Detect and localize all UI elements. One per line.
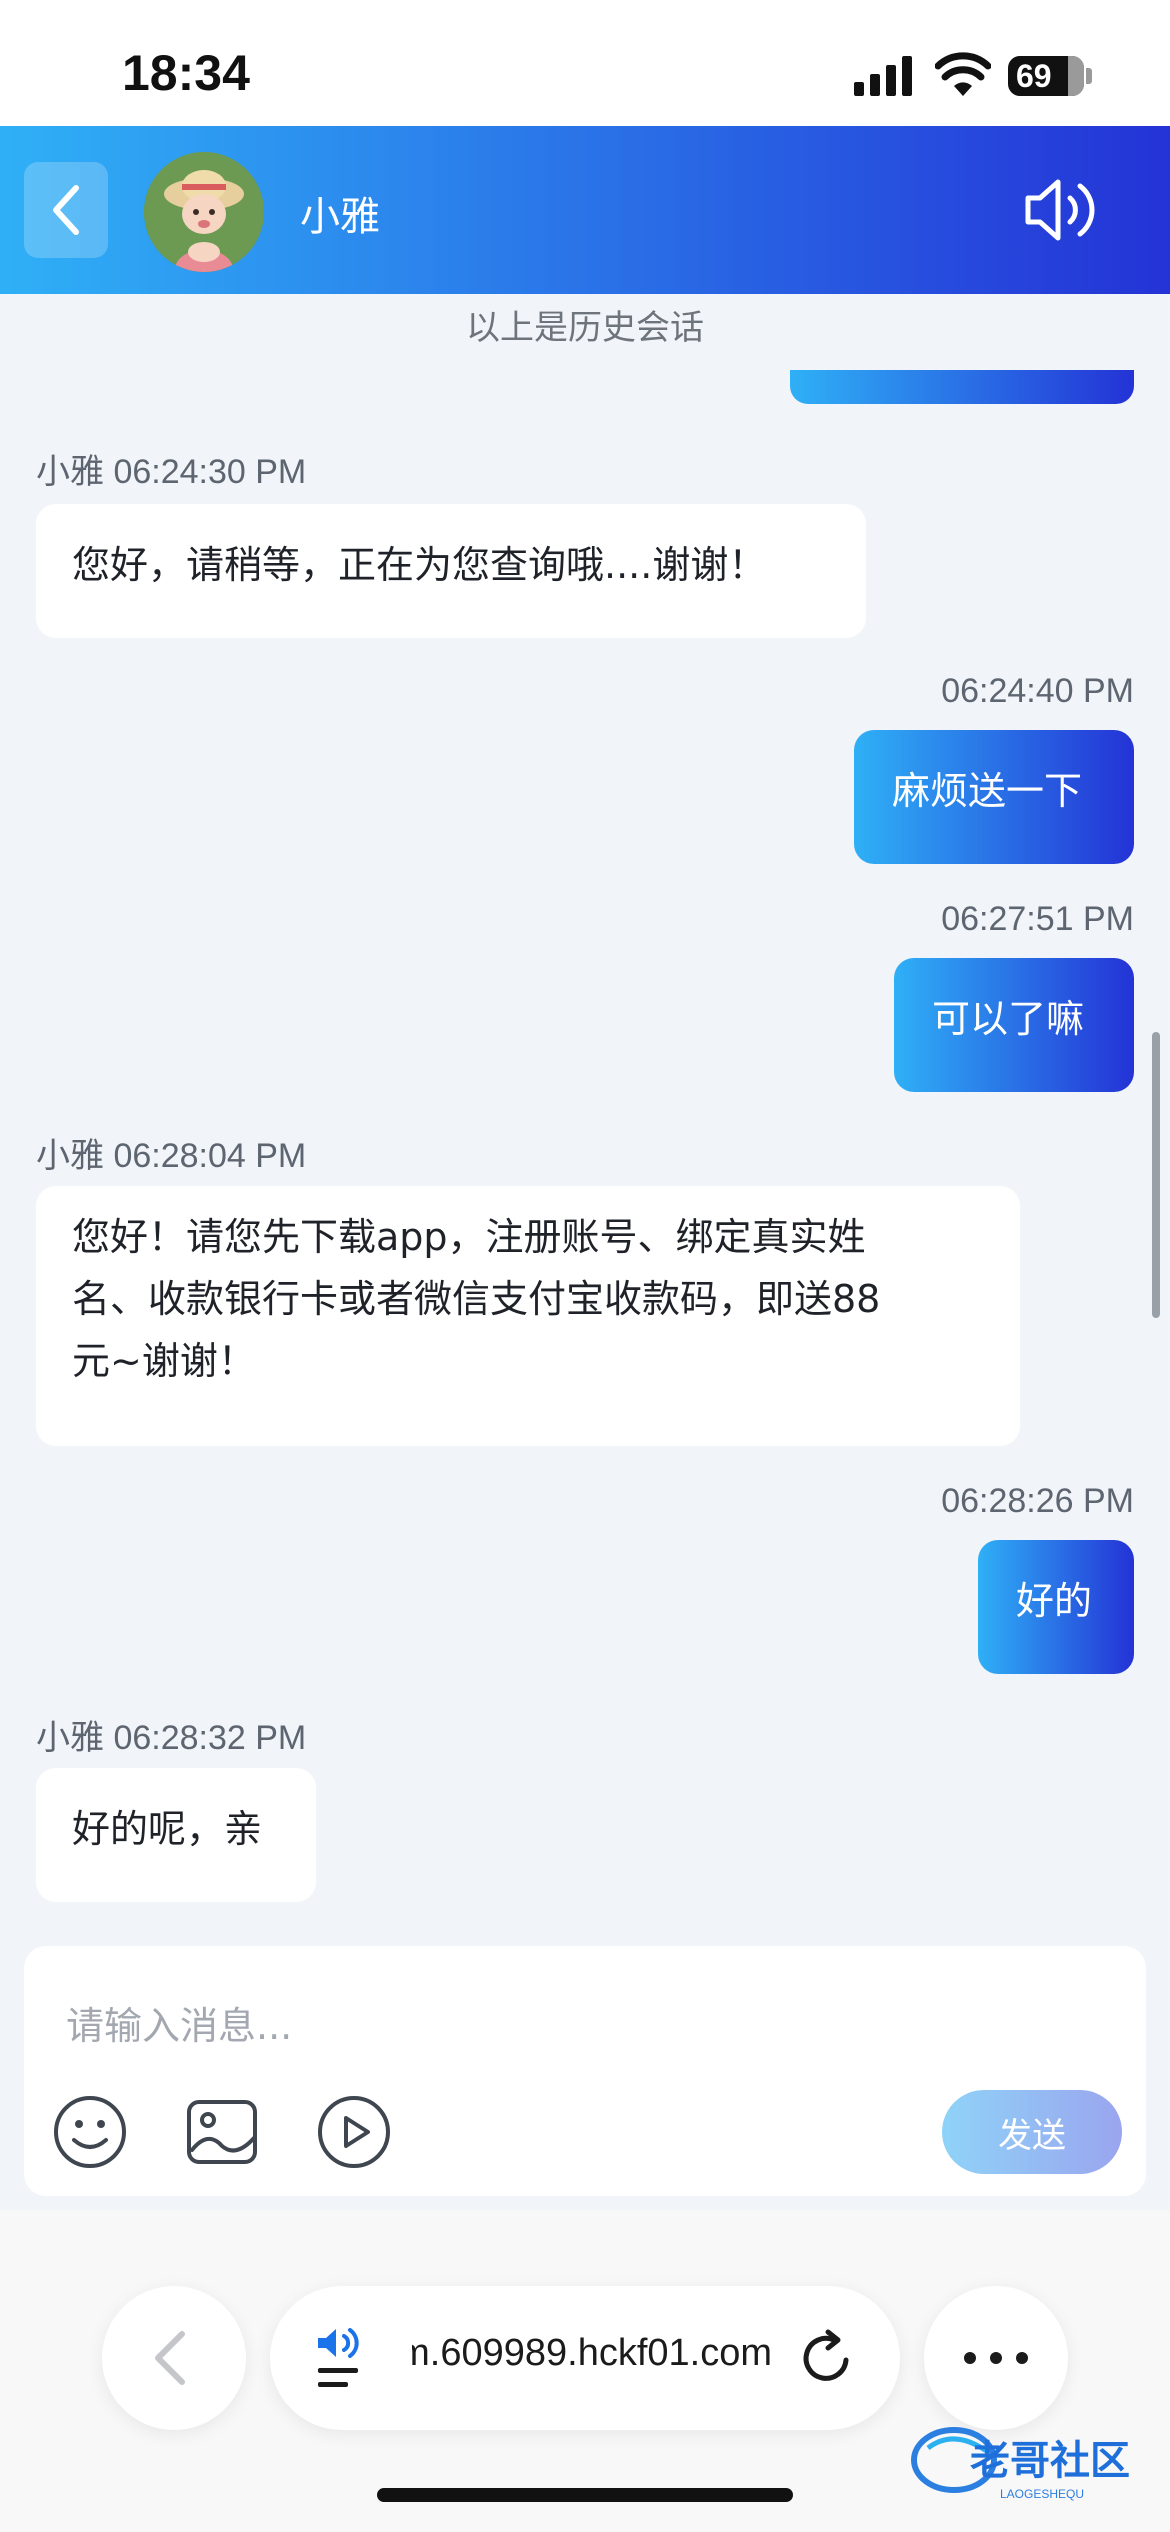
message-text: 您好，请稍等，正在为您查询哦....谢谢！ [72, 543, 767, 587]
url-text: https://m.609989.hckf01.com [412, 2332, 772, 2374]
scrollbar[interactable] [1152, 1032, 1160, 1318]
message-time: 06:24:30 PM [113, 453, 307, 491]
back-button[interactable] [24, 162, 108, 258]
message-bubble-outgoing[interactable]: 麻烦送一下 [854, 730, 1134, 864]
contact-name: 小雅 [300, 194, 380, 240]
battery-empty-portion [1068, 56, 1084, 96]
video-icon[interactable] [316, 2094, 392, 2170]
message-time: 06:27:51 PM [941, 900, 1134, 938]
message-meta: 小雅 06:24:30 PM [36, 444, 306, 493]
message-bubble-incoming[interactable]: 您好，请稍等，正在为您查询哦....谢谢！ [36, 504, 866, 638]
message-list[interactable]: 以上是历史会话 小雅 06:24:30 PM 您好，请稍等，正在为您查询哦...… [0, 294, 1170, 1922]
speaker-icon[interactable] [1022, 174, 1098, 246]
chat-header: 小雅 [0, 126, 1170, 294]
wifi-icon [935, 52, 991, 96]
message-text: 可以了嘛 [932, 997, 1085, 1041]
message-text: 好的呢，亲 [72, 1807, 263, 1851]
watermark-logo: 老哥社区 LAOGESHEQU [911, 2427, 1130, 2501]
message-meta: 小雅 06:28:32 PM [36, 1710, 306, 1759]
message-time: 06:28:04 PM [113, 1137, 307, 1175]
message-bubble-outgoing[interactable]: 可以了嘛 [894, 958, 1134, 1092]
more-options-button[interactable] [924, 2286, 1068, 2430]
message-bubble-incoming[interactable]: 您好！请您先下载app，注册账号、绑定真实姓 名、收款银行卡或者微信支付宝收款码… [36, 1186, 1020, 1446]
watermark-text: 老哥社区 [970, 2438, 1130, 2484]
watermark-subtext: LAOGESHEQU [1000, 2487, 1084, 2501]
page-audio-menu-icon[interactable] [314, 2324, 370, 2394]
message-text-line: 名、收款银行卡或者微信支付宝收款码，即送88 [72, 1277, 881, 1321]
image-icon[interactable] [184, 2094, 260, 2170]
battery-icon: 69 [1008, 56, 1084, 96]
message-text: 好的 [1016, 1579, 1093, 1623]
avatar[interactable] [144, 152, 264, 272]
emoji-icon[interactable] [52, 2094, 128, 2170]
message-time: 06:24:40 PM [941, 672, 1134, 710]
avatar-illustration [144, 152, 264, 272]
message-time: 06:28:26 PM [941, 1482, 1134, 1520]
message-time: 06:28:32 PM [113, 1719, 307, 1757]
message-text: 麻烦送一下 [892, 769, 1083, 813]
send-button[interactable]: 发送 [942, 2090, 1122, 2174]
battery-tip [1086, 68, 1092, 84]
message-sender: 小雅 [36, 1136, 104, 1176]
browser-back-button[interactable] [102, 2286, 246, 2430]
message-bubble-incoming[interactable]: 好的呢，亲 [36, 1768, 316, 1902]
more-horizontal-icon [964, 2352, 1028, 2364]
reload-icon[interactable] [798, 2328, 858, 2388]
message-meta: 小雅 06:28:04 PM [36, 1128, 306, 1177]
message-bubble-outgoing[interactable]: 好的 [978, 1540, 1134, 1674]
battery-level: 69 [1016, 58, 1052, 94]
message-bubble-clipped [790, 370, 1134, 404]
status-time: 18:34 [122, 45, 250, 101]
status-bar: 18:34 69 [0, 0, 1170, 126]
home-indicator [377, 2488, 793, 2502]
message-input[interactable] [66, 1996, 966, 2056]
address-bar[interactable]: https://m.609989.hckf01.com [270, 2286, 900, 2430]
chevron-left-icon [53, 185, 79, 235]
message-sender: 小雅 [36, 1718, 104, 1758]
message-text-line: 元~谢谢！ [72, 1339, 256, 1383]
chevron-left-icon [155, 2331, 185, 2385]
message-text-line: 您好！请您先下载app，注册账号、绑定真实姓 [72, 1215, 866, 1259]
message-composer: 发送 [24, 1946, 1146, 2196]
message-sender: 小雅 [36, 452, 104, 492]
cellular-signal-icon [854, 56, 912, 96]
history-divider: 以上是历史会话 [466, 308, 704, 348]
